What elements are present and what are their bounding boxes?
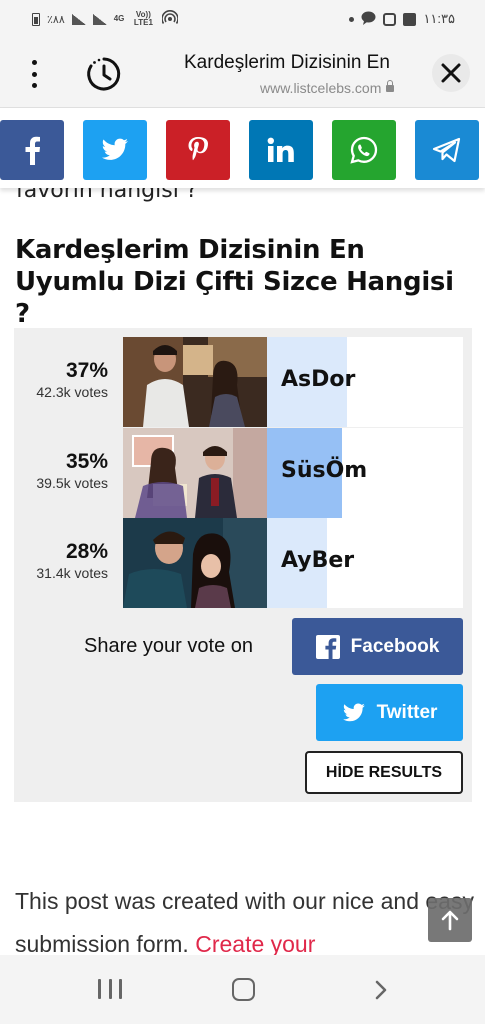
arrow-up-icon [441, 910, 459, 931]
back-icon[interactable] [372, 980, 390, 1000]
share-twitter-vote-button[interactable]: Twitter [316, 684, 463, 741]
share-linkedin-button[interactable] [249, 120, 313, 180]
answer-votes: 42.3k votes [36, 384, 108, 400]
poll-row[interactable]: 37% 42.3k votes AsDor [14, 337, 472, 427]
share-bar [0, 108, 485, 188]
answer-photo [123, 337, 267, 427]
status-right: ۱۱:۳۵ [349, 11, 455, 28]
page-url: www.listcelebs.com [260, 80, 395, 96]
status-left: ٪۸۸ 4G Vo)) LTE1 [32, 9, 180, 29]
twitter-icon [101, 138, 128, 160]
recent-apps-icon[interactable] [98, 979, 122, 999]
share-pinterest-button[interactable] [166, 120, 230, 180]
answer-percent: 35% [65, 450, 108, 473]
system-nav-bar [0, 955, 485, 1024]
url-text: www.listcelebs.com [260, 80, 382, 96]
answer-card: SüsÖm [267, 428, 463, 518]
facebook-icon [315, 634, 340, 659]
notification-dot-icon [349, 16, 355, 22]
answer-label: AyBer [281, 548, 355, 573]
scroll-to-top-button[interactable] [428, 898, 472, 942]
facebook-icon [25, 136, 40, 165]
clock: ۱۱:۳۵ [423, 11, 455, 26]
chat-icon [361, 11, 376, 28]
share-vote-label: Share your vote on [84, 635, 253, 657]
page: ٪۸۸ 4G Vo)) LTE1 ۱۱:۳۵ Kardeşlerim Dizis… [0, 0, 485, 1024]
answer-card: AyBer [267, 518, 463, 608]
more-vert-icon[interactable] [24, 60, 44, 88]
poll-row[interactable]: 28% 31.4k votes AyBer [14, 518, 472, 608]
signal-icon [71, 13, 86, 25]
share-facebook-button[interactable] [0, 120, 64, 180]
twitter-button-label: Twitter [376, 701, 438, 723]
share-facebook-vote-button[interactable]: Facebook [292, 618, 463, 675]
hotspot-icon [161, 9, 180, 29]
hide-results-button[interactable]: HİDE RESULTS [305, 751, 463, 794]
timer-icon[interactable] [84, 54, 124, 94]
lock-icon [386, 80, 395, 92]
pinterest-icon [188, 137, 208, 161]
volte-label: Vo)) LTE1 [133, 10, 153, 27]
answer-card: AsDor [267, 337, 463, 427]
facebook-button-label: Facebook [350, 635, 440, 657]
answer-label: SüsÖm [281, 458, 368, 483]
answer-photo [123, 428, 267, 518]
browser-toolbar: Kardeşlerim Dizisinin En www.listcelebs.… [0, 38, 485, 108]
share-twitter-button[interactable] [83, 120, 147, 180]
battery-percent: ٪۸۸ [47, 13, 65, 26]
close-icon [441, 63, 461, 83]
network-type: 4G [113, 14, 125, 23]
answer-percent: 28% [65, 540, 108, 563]
telegram-icon [432, 137, 461, 163]
answer-label: AsDor [281, 367, 356, 392]
twitter-icon [342, 703, 365, 721]
share-telegram-button[interactable] [415, 120, 479, 180]
close-button[interactable] [432, 54, 470, 92]
poll-row[interactable]: 35% 39.5k votes SüsÖm [14, 428, 472, 518]
instagram-icon [383, 12, 397, 26]
post-footer-text: This post was created with our nice and … [15, 880, 475, 966]
page-title: Kardeşlerim Dizisinin En [184, 52, 390, 73]
home-icon[interactable] [232, 978, 255, 1001]
answer-votes: 39.5k votes [36, 475, 108, 491]
create-your-link[interactable]: Create your [195, 931, 315, 957]
answer-votes: 31.4k votes [36, 565, 108, 581]
status-bar: ٪۸۸ 4G Vo)) LTE1 ۱۱:۳۵ [0, 0, 485, 38]
battery-icon [32, 12, 40, 26]
linkedin-icon [267, 137, 294, 162]
poll-title: Kardeşlerim Dizisinin En Uyumlu Dizi Çif… [15, 235, 454, 329]
answer-percent: 37% [65, 359, 108, 382]
signal-icon-2 [92, 13, 107, 25]
gallery-icon [403, 12, 417, 26]
share-whatsapp-button[interactable] [332, 120, 396, 180]
answer-photo [123, 518, 267, 608]
poll-results: 37% 42.3k votes AsDor 35% 39.5k votes Sü… [14, 328, 472, 802]
whatsapp-icon [350, 136, 378, 164]
